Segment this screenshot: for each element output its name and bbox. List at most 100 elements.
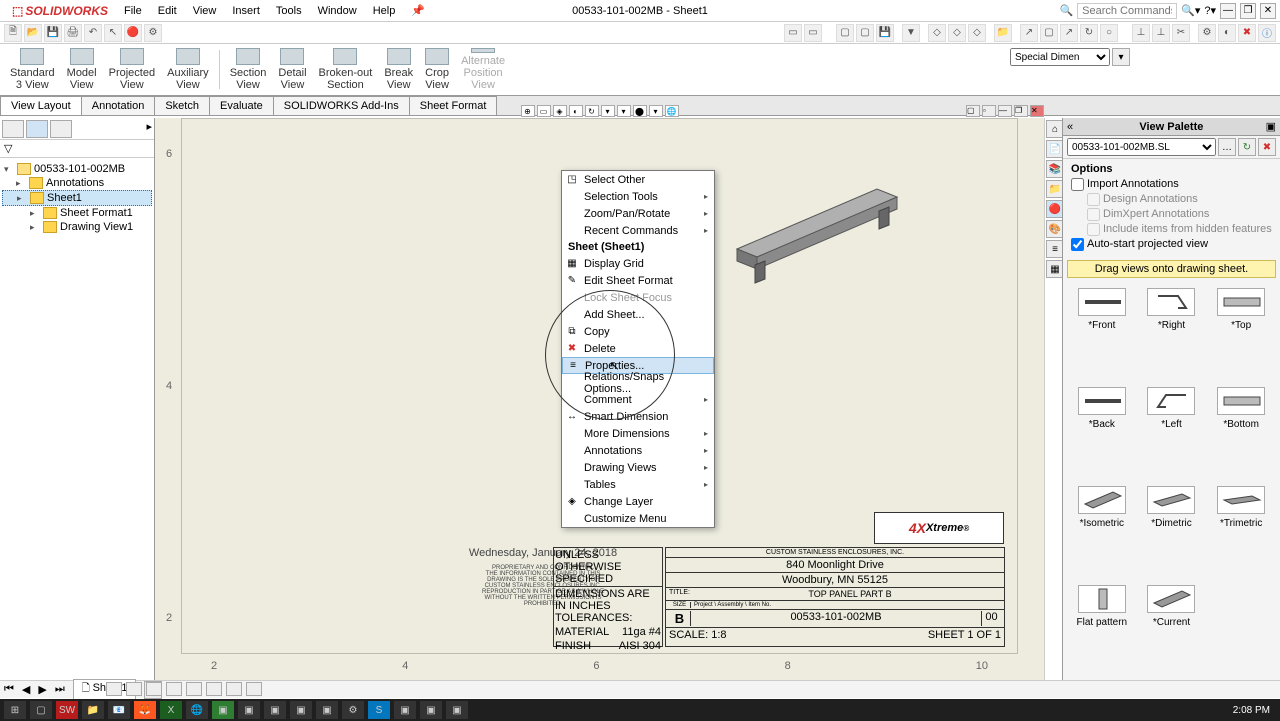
thumb-right[interactable]: *Right <box>1139 288 1205 377</box>
close-button[interactable]: ✕ <box>1260 3 1276 19</box>
thumb-back[interactable]: *Back <box>1069 387 1135 476</box>
taskbar-app[interactable]: ▣ <box>238 701 260 719</box>
tree-node-sheet-format1[interactable]: ▸Sheet Format1 <box>2 206 152 220</box>
ctx-add-sheet[interactable]: Add Sheet... <box>562 306 714 323</box>
options-button[interactable]: ⚙ <box>144 24 162 42</box>
view-tool-icon[interactable]: ▾ <box>617 105 631 117</box>
start-button[interactable]: ⊞ <box>4 701 26 719</box>
thumb-dimetric[interactable]: *Dimetric <box>1139 486 1205 575</box>
ribbon-break[interactable]: BreakView <box>378 46 419 93</box>
view-tool-icon[interactable]: ⊕ <box>521 105 535 117</box>
ctx-smart-dimension[interactable]: ↔Smart Dimension <box>562 408 714 425</box>
tb-icon[interactable]: ▢ <box>1040 24 1058 42</box>
menu-view[interactable]: View <box>185 2 225 20</box>
collapse-icon[interactable]: « <box>1067 121 1073 133</box>
tab-solidworks-add-ins[interactable]: SOLIDWORKS Add-Ins <box>273 96 410 115</box>
view-tool-icon[interactable]: ◐ <box>569 105 583 117</box>
menu-tools[interactable]: Tools <box>268 2 310 20</box>
taskbar-app[interactable]: ⚙ <box>342 701 364 719</box>
tab-annotation[interactable]: Annotation <box>81 96 156 115</box>
tb-icon[interactable]: ◇ <box>928 24 946 42</box>
view-tool-icon[interactable]: ▭ <box>537 105 551 117</box>
import-annotations-check[interactable]: Import Annotations <box>1071 177 1272 192</box>
print-button[interactable]: 🖨 <box>64 24 82 42</box>
tb-icon[interactable]: ▭ <box>804 24 822 42</box>
filter-icon[interactable]: ▽ <box>4 142 12 155</box>
ribbon-broken-out[interactable]: Broken-outSection <box>313 46 379 93</box>
undo-button[interactable]: ↶ <box>84 24 102 42</box>
tb-icon[interactable]: ○ <box>1100 24 1118 42</box>
ctx-zoom-pan-rotate[interactable]: Zoom/Pan/Rotate <box>562 205 714 222</box>
pin-icon[interactable]: 📌 <box>403 1 433 20</box>
taskbar-app[interactable]: ▣ <box>316 701 338 719</box>
dimension-select[interactable]: Special Dimen <box>1010 48 1110 66</box>
mini-tool[interactable] <box>186 682 202 696</box>
tree-node-annotations[interactable]: ▸Annotations <box>2 176 152 190</box>
mini-tool[interactable] <box>146 682 162 696</box>
auto-projected-check[interactable]: Auto-start projected view <box>1071 237 1272 252</box>
tb-icon[interactable]: ▢ <box>836 24 854 42</box>
mini-tool[interactable] <box>206 682 222 696</box>
dimension-style-dropdown[interactable]: Special Dimen ▾ <box>1010 48 1130 66</box>
ribbon-auxiliary[interactable]: AuxiliaryView <box>161 46 215 93</box>
ctx-selection-tools[interactable]: Selection Tools <box>562 188 714 205</box>
mini-tool[interactable] <box>126 682 142 696</box>
dimension-settings-icon[interactable]: ▾ <box>1112 48 1130 66</box>
view-tool-icon[interactable]: ▾ <box>649 105 663 117</box>
search-icon[interactable]: 🔍▾ <box>1181 4 1200 17</box>
tree-toggle[interactable] <box>2 120 24 138</box>
ctx-customize-menu[interactable]: Customize Menu <box>562 510 714 527</box>
tb-icon[interactable]: ↗ <box>1060 24 1078 42</box>
ctx-tables[interactable]: Tables <box>562 476 714 493</box>
menu-window[interactable]: Window <box>310 2 365 20</box>
tb-icon[interactable]: 💾 <box>876 24 894 42</box>
task-view-icon[interactable]: ▢ <box>30 701 52 719</box>
nav-first-icon[interactable]: ⏮ <box>4 683 14 696</box>
nav-next-icon[interactable]: ▶ <box>38 683 46 696</box>
thumb-top[interactable]: *Top <box>1208 288 1274 377</box>
ctx-relations-snaps-options[interactable]: Relations/Snaps Options... <box>562 374 714 391</box>
expand-icon[interactable]: ▸ <box>146 120 152 137</box>
tb-icon[interactable]: ◇ <box>968 24 986 42</box>
view-btn[interactable]: ▢ <box>966 105 980 117</box>
ctx-copy[interactable]: ⧉Copy <box>562 323 714 340</box>
select-button[interactable]: ↖ <box>104 24 122 42</box>
ribbon-standard[interactable]: Standard3 View <box>4 46 61 93</box>
tree-toggle[interactable] <box>50 120 72 138</box>
nav-prev-icon[interactable]: ◀ <box>22 683 30 696</box>
tb-icon[interactable]: ⊥ <box>1132 24 1150 42</box>
thumb-front[interactable]: *Front <box>1069 288 1135 377</box>
view-btn[interactable]: — <box>998 105 1012 117</box>
tree-toggle[interactable] <box>26 120 48 138</box>
ctx-annotations[interactable]: Annotations <box>562 442 714 459</box>
thumb-trimetric[interactable]: *Trimetric <box>1208 486 1274 575</box>
tb-icon[interactable]: ✂ <box>1172 24 1190 42</box>
ctx-more-dimensions[interactable]: More Dimensions <box>562 425 714 442</box>
taskbar-app[interactable]: S <box>368 701 390 719</box>
close-view-button[interactable]: ✕ <box>1030 105 1044 117</box>
thumb-current[interactable]: *Current <box>1139 585 1205 674</box>
menu-edit[interactable]: Edit <box>150 2 185 20</box>
browse-button[interactable]: … <box>1218 138 1236 156</box>
ribbon-detail[interactable]: DetailView <box>272 46 312 93</box>
menu-insert[interactable]: Insert <box>224 2 268 20</box>
thumb-isometric[interactable]: *Isometric <box>1069 486 1135 575</box>
search-commands-input[interactable] <box>1077 3 1177 19</box>
ctx-change-layer[interactable]: ◈Change Layer <box>562 493 714 510</box>
taskbar-app[interactable]: ▣ <box>212 701 234 719</box>
taskbar-app[interactable]: 🦊 <box>134 701 156 719</box>
tab-sketch[interactable]: Sketch <box>154 96 210 115</box>
close-palette-icon[interactable]: ▣ <box>1266 120 1276 133</box>
ribbon-projected[interactable]: ProjectedView <box>103 46 161 93</box>
taskbar-app[interactable]: X <box>160 701 182 719</box>
mini-tool[interactable] <box>106 682 122 696</box>
tb-icon[interactable]: ↗ <box>1020 24 1038 42</box>
tree-node-sheet1[interactable]: ▸Sheet1 <box>2 190 152 206</box>
open-button[interactable]: 📂 <box>24 24 42 42</box>
ctx-drawing-views[interactable]: Drawing Views <box>562 459 714 476</box>
tb-icon[interactable]: ▭ <box>784 24 802 42</box>
tb-icon[interactable]: ◐ <box>1218 24 1236 42</box>
save-button[interactable]: 💾 <box>44 24 62 42</box>
view-btn[interactable]: ❐ <box>1014 105 1028 117</box>
gear-icon[interactable]: ⚙ <box>1198 24 1216 42</box>
